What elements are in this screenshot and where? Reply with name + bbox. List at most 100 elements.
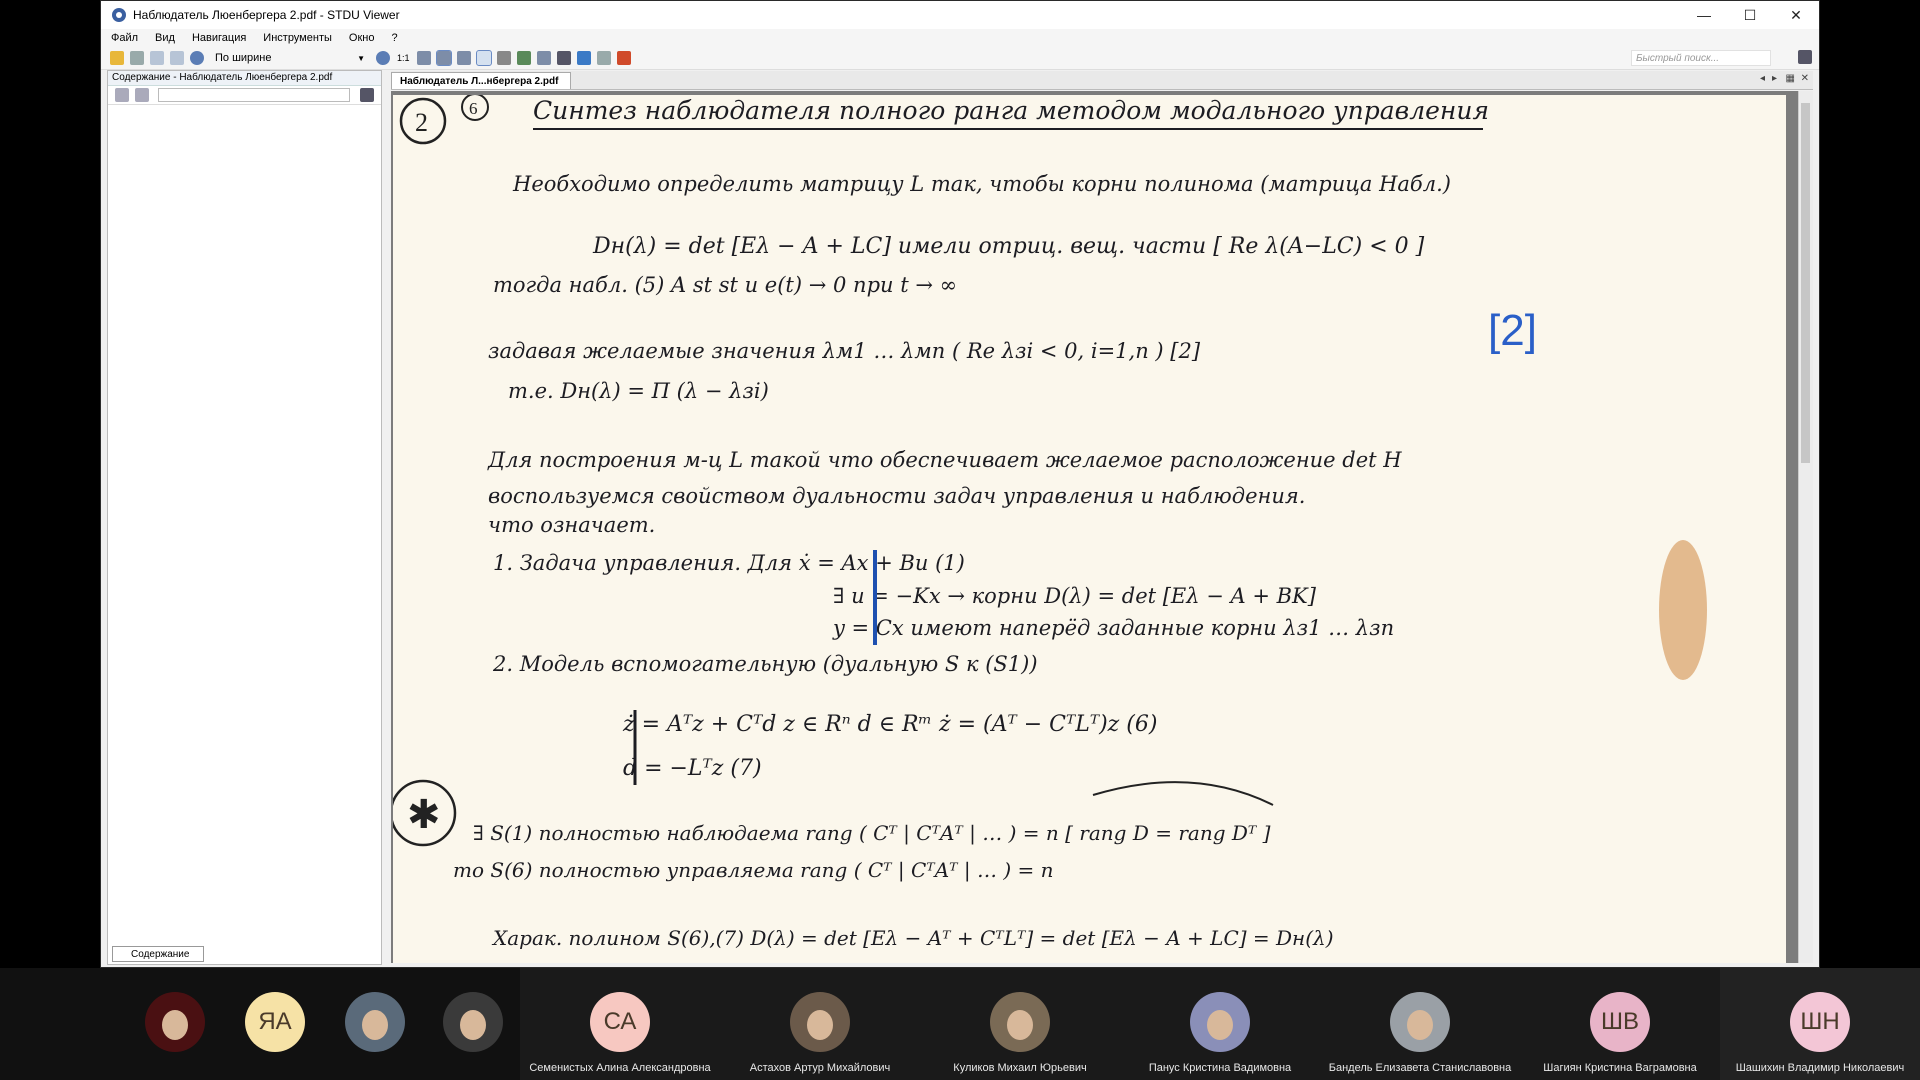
participant-tile[interactable]: ШВ Шагиян Кристина Ваграмовна bbox=[1520, 968, 1720, 1080]
document-tab-bar: Наблюдатель Л...нбергера 2.pdf ◂ ▸ ▦ ✕ bbox=[391, 71, 1813, 90]
zoom-in-icon[interactable] bbox=[376, 51, 390, 65]
close-button[interactable]: ✕ bbox=[1773, 1, 1819, 29]
avatar bbox=[1190, 992, 1250, 1052]
avatar bbox=[345, 992, 405, 1052]
chevron-down-icon: ▼ bbox=[357, 53, 365, 63]
print-icon[interactable] bbox=[130, 51, 144, 65]
avatar: ШВ bbox=[1590, 992, 1650, 1052]
binoculars-icon[interactable] bbox=[1780, 50, 1794, 64]
note-line-5: т.е. Dн(λ) = Π (λ − λзi) bbox=[508, 379, 769, 403]
menu-file[interactable]: Файл bbox=[111, 32, 138, 44]
maximize-button[interactable]: ☐ bbox=[1727, 1, 1773, 29]
person-photo-icon bbox=[362, 1010, 388, 1040]
participant-name: Семенистых Алина Александровна bbox=[529, 1062, 711, 1074]
open-folder-icon[interactable] bbox=[110, 51, 124, 65]
tab-contents-label: Содержание bbox=[131, 949, 190, 960]
participant-tile[interactable] bbox=[125, 968, 225, 1080]
tab-document-label: Наблюдатель Л...нбергера 2.pdf bbox=[400, 76, 559, 87]
page-mark-ref: [2] bbox=[1488, 306, 1537, 355]
person-photo-icon bbox=[459, 1010, 486, 1040]
fit-width-icon[interactable] bbox=[435, 50, 452, 66]
tab-prev-icon[interactable]: ◂ bbox=[1760, 73, 1765, 84]
menu-view[interactable]: Вид bbox=[155, 32, 175, 44]
participant-name: Бандель Елизавета Станиславовна bbox=[1328, 1062, 1512, 1074]
tab-contents[interactable]: Содержание bbox=[112, 946, 204, 962]
document-viewport[interactable]: 2 6 [2] ✱ Синтез наблюдателя полного ран… bbox=[391, 91, 1813, 963]
layout-icon[interactable] bbox=[536, 51, 551, 65]
avatar bbox=[145, 992, 205, 1052]
search-options-icon[interactable] bbox=[1798, 50, 1812, 64]
viewer-window: Наблюдатель Люенбергера 2.pdf - STDU Vie… bbox=[100, 0, 1820, 968]
copy-icon[interactable] bbox=[170, 51, 184, 65]
participant-name: Панус Кристина Вадимовна bbox=[1148, 1062, 1292, 1074]
participant-tile[interactable]: Панус Кристина Вадимовна bbox=[1120, 968, 1320, 1080]
note-line-3: тогда набл. (5) A st st и e(t) → 0 при t… bbox=[493, 273, 957, 297]
contents-find-icon[interactable] bbox=[360, 88, 374, 102]
avatar-initials: ЯА bbox=[258, 1008, 292, 1035]
save-icon[interactable] bbox=[150, 51, 164, 65]
zoom-select[interactable]: По ширине ▼ bbox=[211, 50, 369, 66]
contents-panel: Содержание - Наблюдатель Люенбергера 2.p… bbox=[107, 70, 382, 965]
avatar: ШН bbox=[1790, 992, 1850, 1052]
participant-name: Шагиян Кристина Ваграмовна bbox=[1543, 1062, 1697, 1074]
app-icon bbox=[112, 8, 126, 22]
avatar-initials: ШВ bbox=[1600, 1008, 1639, 1035]
zoom-out-icon[interactable] bbox=[190, 51, 204, 65]
snapshot-icon[interactable] bbox=[516, 51, 531, 65]
expand-all-icon[interactable] bbox=[115, 88, 129, 102]
menu-tools[interactable]: Инструменты bbox=[263, 32, 332, 44]
participant-tile[interactable]: Бандель Елизавета Станиславовна bbox=[1320, 968, 1520, 1080]
window-title: Наблюдатель Люенбергера 2.pdf - STDU Vie… bbox=[133, 8, 400, 22]
menu-help[interactable]: ? bbox=[391, 32, 397, 44]
tab-close-icon[interactable]: ✕ bbox=[1801, 73, 1809, 84]
note-line-4: задавая желаемые значения λм1 … λмn ( Re… bbox=[488, 339, 1201, 363]
back-forward-icon[interactable] bbox=[576, 51, 591, 65]
note-line-14: d = −Lᵀz (7) bbox=[623, 756, 762, 781]
participant-tile[interactable]: Куликов Михаил Юрьевич bbox=[920, 968, 1120, 1080]
panel-header: Содержание - Наблюдатель Люенбергера 2.p… bbox=[108, 71, 381, 86]
fit-height-icon[interactable] bbox=[456, 51, 471, 65]
tab-next-icon[interactable]: ▸ bbox=[1772, 73, 1777, 84]
note-line-9: 1. Задача управления. Для ẋ = Ax + Bu (1… bbox=[493, 551, 965, 575]
fit-page-icon[interactable] bbox=[416, 51, 431, 65]
minimize-button[interactable]: — bbox=[1681, 1, 1727, 29]
menu-window[interactable]: Окно bbox=[349, 32, 375, 44]
title-bar: Наблюдатель Люенбергера 2.pdf - STDU Vie… bbox=[101, 1, 1819, 29]
participant-tile[interactable]: ШН Шашихин Владимир Николаевич bbox=[1720, 968, 1920, 1080]
note-line-16: то S(6) полностью управляема rang ( Cᵀ |… bbox=[453, 858, 1054, 883]
pages-icon[interactable] bbox=[596, 51, 611, 65]
actual-size-button[interactable]: 1:1 bbox=[397, 53, 410, 63]
person-photo-icon bbox=[1207, 1010, 1233, 1040]
participant-tile[interactable] bbox=[425, 968, 520, 1080]
note-line-7: воспользуемся свойством дуальности задач… bbox=[488, 484, 1305, 508]
page-mark-6: 6 bbox=[469, 99, 478, 118]
menu-navigation[interactable]: Навигация bbox=[192, 32, 246, 44]
participant-tile[interactable]: Астахов Артур Михайлович bbox=[720, 968, 920, 1080]
avatar bbox=[790, 992, 850, 1052]
tab-list-icon[interactable]: ▦ bbox=[1786, 73, 1795, 84]
toolbar: По ширине ▼ 1:1 Быстрый поиск... bbox=[101, 47, 1819, 70]
quick-search-input[interactable]: Быстрый поиск... bbox=[1631, 50, 1771, 66]
participant-name: Куликов Михаил Юрьевич bbox=[953, 1062, 1087, 1074]
select-text-icon[interactable] bbox=[496, 51, 511, 65]
page-mark-2: 2 bbox=[415, 108, 428, 137]
contents-search-input[interactable] bbox=[158, 88, 350, 102]
note-line-17: Харак. полином S(6),(7) D(λ) = det [Eλ −… bbox=[491, 926, 1334, 950]
person-photo-icon bbox=[1407, 1010, 1433, 1040]
avatar: ЯА bbox=[245, 992, 305, 1052]
participant-tile[interactable]: СА Семенистых Алина Александровна bbox=[520, 968, 720, 1080]
note-line-6: Для построения м-ц L такой что обеспечив… bbox=[487, 448, 1402, 472]
find-icon[interactable] bbox=[556, 51, 571, 65]
vertical-scrollbar[interactable] bbox=[1798, 91, 1813, 963]
avatar bbox=[990, 992, 1050, 1052]
participant-tile[interactable]: ЯА bbox=[225, 968, 325, 1080]
scroll-thumb[interactable] bbox=[1801, 103, 1810, 463]
zoom-value: По ширине bbox=[215, 52, 272, 64]
bookmark-icon[interactable] bbox=[616, 51, 631, 65]
page-mark-star: ✱ bbox=[407, 792, 441, 837]
hand-tool-icon[interactable] bbox=[475, 50, 492, 66]
tab-document[interactable]: Наблюдатель Л...нбергера 2.pdf bbox=[391, 72, 571, 89]
participant-tile[interactable] bbox=[325, 968, 425, 1080]
collapse-all-icon[interactable] bbox=[135, 88, 149, 102]
note-line-15: ∃ S(1) полностью наблюдаема rang ( Cᵀ | … bbox=[473, 821, 1271, 846]
